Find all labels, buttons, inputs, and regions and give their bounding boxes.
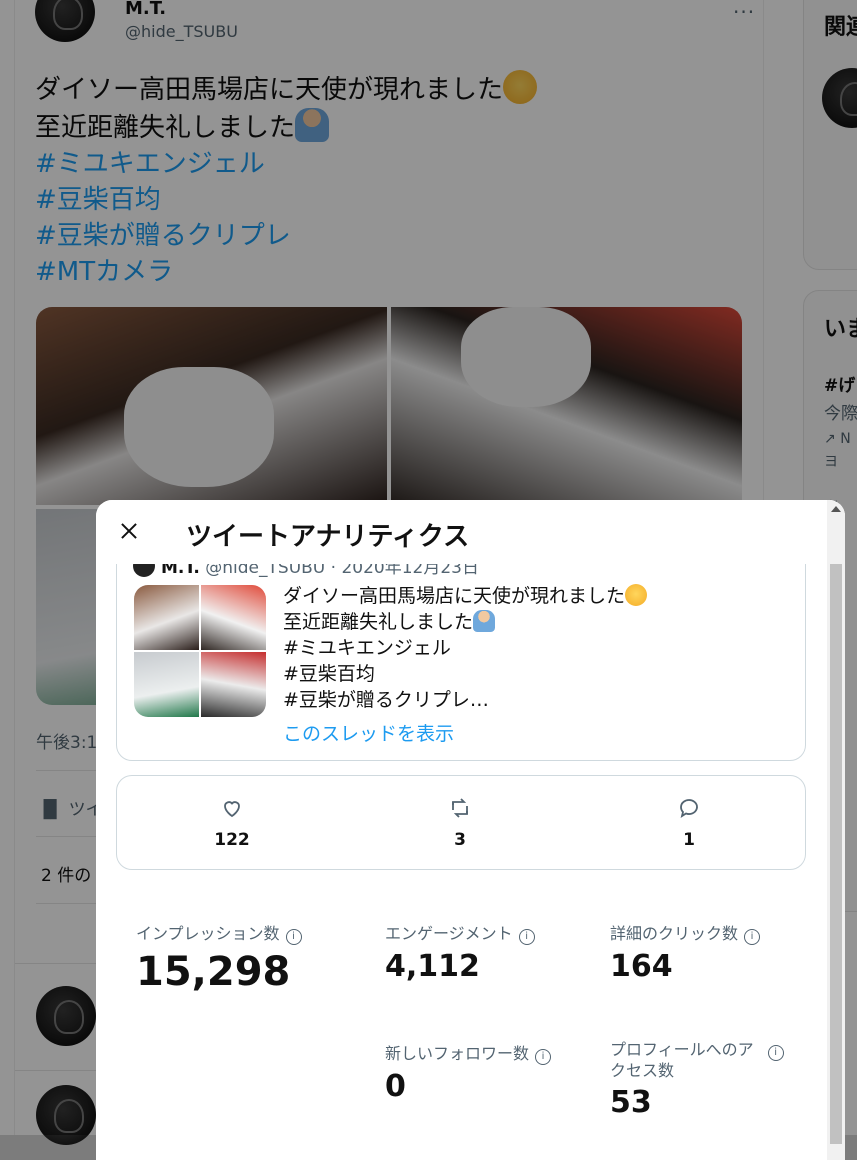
- quoted-line-2: 至近距離失礼しました: [283, 611, 474, 633]
- retweets-count: 3: [454, 830, 466, 850]
- retweets-stat[interactable]: 3: [400, 796, 520, 850]
- close-icon[interactable]: [114, 516, 144, 546]
- info-icon[interactable]: i: [535, 1049, 552, 1065]
- quoted-photo: [134, 585, 199, 650]
- profile-visits-metric: プロフィールへのア i クセス数 53: [610, 1040, 784, 1120]
- quoted-line-1: ダイソー高田馬場店に天使が現れました: [283, 585, 626, 607]
- modal-title: ツイートアナリティクス: [186, 522, 470, 552]
- quoted-media-grid[interactable]: [134, 585, 266, 717]
- info-icon[interactable]: i: [518, 929, 535, 945]
- profile-visits-value: 53: [610, 1085, 652, 1120]
- show-thread-link[interactable]: このスレッドを表示: [283, 719, 454, 746]
- info-icon[interactable]: i: [285, 929, 302, 945]
- scrollbar[interactable]: [827, 500, 845, 1160]
- tweet-analytics-modal: ツイートアナリティクス M.T. @hide_TSUBU · 2020年12月2…: [96, 500, 845, 1160]
- engagements-metric: エンゲージメント i 4,112: [385, 920, 535, 984]
- profile-visits-label-2: クセス数: [610, 1061, 675, 1080]
- smiling-face-icon: [625, 584, 648, 606]
- impressions-value: 15,298: [136, 949, 291, 995]
- new-followers-value: 0: [385, 1069, 406, 1104]
- reply-icon: [680, 799, 698, 818]
- detail-clicks-metric: 詳細のクリック数 i 164: [610, 920, 761, 984]
- likes-stat[interactable]: 122: [172, 796, 292, 850]
- profile-visits-label-1: プロフィールへのア: [610, 1040, 754, 1059]
- engagement-stats-card: 122 3 1: [116, 775, 806, 870]
- new-followers-metric: 新しいフォロワー数 i 0: [385, 1040, 552, 1104]
- likes-count: 122: [214, 830, 250, 850]
- quoted-photo: [134, 652, 199, 717]
- detail-clicks-value: 164: [610, 949, 673, 984]
- impressions-label: インプレッション数: [136, 924, 280, 943]
- quoted-line-3: #ミユキエンジェル: [283, 637, 451, 659]
- retweet-icon: [452, 798, 468, 818]
- scroll-thumb[interactable]: [830, 564, 842, 1144]
- impressions-metric: インプレッション数 i 15,298: [136, 920, 302, 995]
- replies-count: 1: [683, 830, 695, 850]
- quoted-tweet-card[interactable]: M.T. @hide_TSUBU · 2020年12月23日 ダイソー高田馬場店…: [116, 540, 806, 761]
- quoted-tweet-text: ダイソー高田馬場店に天使が現れました 至近距離失礼しました #ミユキエンジェル …: [283, 583, 648, 713]
- scroll-up-arrow[interactable]: [831, 506, 841, 512]
- engagements-value: 4,112: [385, 949, 480, 984]
- info-icon[interactable]: i: [767, 1045, 784, 1061]
- detail-clicks-label: 詳細のクリック数: [610, 924, 739, 943]
- new-followers-label: 新しいフォロワー数: [385, 1044, 530, 1063]
- quoted-line-5: #豆柴が贈るクリプレ…: [283, 689, 489, 711]
- person-bowing-icon: [473, 610, 496, 632]
- info-icon[interactable]: i: [744, 929, 761, 945]
- engagements-label: エンゲージメント: [385, 924, 513, 943]
- modal-header: ツイートアナリティクス: [96, 500, 845, 564]
- quoted-line-4: #豆柴百均: [283, 663, 375, 685]
- heart-icon: [224, 801, 240, 818]
- quoted-photo: [201, 585, 266, 650]
- quoted-photo: [201, 652, 266, 717]
- replies-stat[interactable]: 1: [629, 796, 749, 850]
